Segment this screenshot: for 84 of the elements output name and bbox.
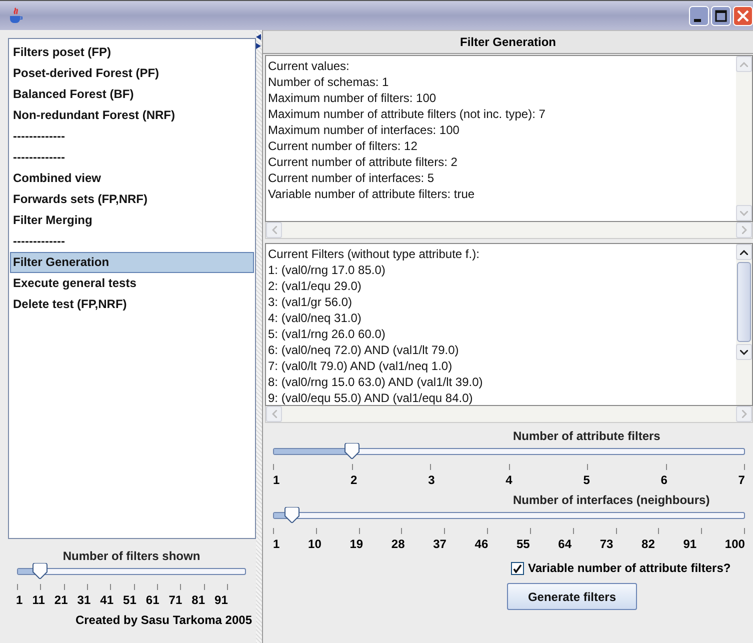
- list-item[interactable]: Filter Merging: [10, 210, 254, 231]
- tick-label: 41: [100, 593, 114, 607]
- text-line: 9: (val0/equ 55.0) AND (val1/equ 84.0): [268, 390, 474, 405]
- tick-label: 91: [683, 537, 697, 551]
- scroll-up-icon[interactable]: [740, 250, 748, 254]
- list-item[interactable]: Filters poset (FP): [10, 42, 254, 63]
- tick-label: 3: [428, 473, 435, 487]
- text-line: Current number of filters: 12: [268, 138, 418, 154]
- tick-label: 91: [214, 593, 228, 607]
- generate-button[interactable]: Generate filters: [507, 583, 637, 610]
- credit-text: Created by Sasu Tarkoma 2005: [74, 612, 253, 627]
- text-line: Maximum number of attribute filters (not inc. type): 7: [268, 106, 546, 122]
- text-line: Maximum number of filters: 100: [268, 90, 438, 106]
- tick-label: 82: [642, 537, 655, 551]
- list-item[interactable]: Delete test (FP,NRF): [10, 294, 254, 315]
- tick-label: 31: [77, 593, 91, 607]
- tick-label: 7: [738, 473, 745, 487]
- tick-label: 5: [583, 473, 590, 487]
- tick-label: 1: [273, 473, 280, 487]
- checkbox-label: Variable number of attribute filters?: [528, 561, 731, 575]
- slider-thumb[interactable]: [32, 563, 48, 579]
- tick-label: 46: [474, 537, 488, 551]
- tick-label: 100: [724, 537, 745, 551]
- list-item[interactable]: Combined view: [10, 168, 254, 189]
- list-item[interactable]: Poset-derived Forest (PF): [10, 63, 254, 84]
- arrow-left-icon[interactable]: [256, 34, 261, 40]
- tick-label: 6: [660, 473, 668, 487]
- text-line: 2: (val1/equ 29.0): [268, 278, 362, 294]
- arrow-right-icon[interactable]: [256, 43, 261, 49]
- tick-label: 61: [146, 593, 160, 607]
- tick-label: 21: [54, 593, 68, 607]
- slider-label: Number of interfaces (neighbours): [513, 493, 710, 507]
- tick-label: 28: [391, 537, 405, 551]
- text-line: Number of schemas: 1: [268, 74, 390, 90]
- tick-label: 71: [168, 593, 182, 607]
- list-item[interactable]: Balanced Forest (BF): [10, 84, 254, 105]
- tick-label: 2: [350, 473, 358, 487]
- list-item[interactable]: -------------: [10, 147, 254, 168]
- list-item[interactable]: Execute general tests: [10, 273, 254, 294]
- list-item[interactable]: Non-redundant Forest (NRF): [10, 105, 254, 126]
- slider-thumb[interactable]: [344, 443, 360, 459]
- slider-label: Number of filters shown: [62, 549, 202, 563]
- checkbox[interactable]: [511, 562, 524, 574]
- vertical-scrollbar[interactable]: [736, 244, 752, 405]
- list-item[interactable]: Forwards sets (FP,NRF): [10, 189, 254, 210]
- minimize-icon[interactable]: [689, 6, 709, 26]
- text-line: 5: (val1/rng 26.0 60.0): [268, 326, 386, 342]
- scroll-down-icon[interactable]: [740, 350, 748, 354]
- slider-thumb[interactable]: [284, 507, 300, 523]
- tick-label: 1: [273, 537, 280, 551]
- list-item[interactable]: Filter Generation: [10, 252, 254, 273]
- list-item[interactable]: -------------: [10, 231, 254, 252]
- slider-label: Number of attribute filters: [513, 429, 660, 443]
- tick-label: 64: [558, 537, 572, 551]
- panel-title: Filter Generation: [263, 30, 753, 54]
- text-line: 6: (val0/neq 72.0) AND (val1/lt 79.0): [268, 342, 460, 358]
- text-line: Maximum number of interfaces: 100: [268, 122, 460, 138]
- tick-label: 55: [516, 537, 530, 551]
- text-line: Current number of interfaces: 5: [268, 170, 436, 186]
- text-line: 7: (val0/lt 79.0) AND (val1/neq 1.0): [268, 358, 454, 374]
- text-line: 1: (val0/rng 17.0 85.0): [268, 262, 386, 278]
- tick-label: 51: [123, 593, 136, 607]
- text-line: 4: (val0/neq 31.0): [268, 310, 362, 326]
- tick-label: 19: [350, 537, 364, 551]
- text-line: 8: (val0/rng 15.0 63.0) AND (val1/lt 39.0): [268, 374, 484, 390]
- tick-label: 4: [506, 473, 512, 487]
- maximize-icon[interactable]: [711, 6, 731, 26]
- tick-label: 37: [433, 537, 446, 551]
- text-line: 3: (val1/gr 56.0): [268, 294, 354, 310]
- tick-label: 73: [600, 537, 614, 551]
- slider[interactable]: [273, 507, 745, 524]
- list-item[interactable]: -------------: [10, 126, 254, 147]
- tick-label: 81: [192, 593, 206, 607]
- close-icon[interactable]: [733, 6, 753, 26]
- tick-label: 1: [16, 593, 23, 607]
- text-line: Current values:: [268, 58, 350, 74]
- text-line: Current number of attribute filters: 2: [268, 154, 458, 170]
- coffee-cup-icon: [8, 6, 24, 24]
- text-line: Current Filters (without type attribute f.):: [268, 246, 480, 262]
- text-line: Variable number of attribute filters: true: [268, 186, 476, 202]
- tick-label: 11: [32, 593, 45, 607]
- slider[interactable]: [17, 563, 246, 580]
- tick-label: 10: [308, 537, 322, 551]
- slider[interactable]: [273, 443, 745, 460]
